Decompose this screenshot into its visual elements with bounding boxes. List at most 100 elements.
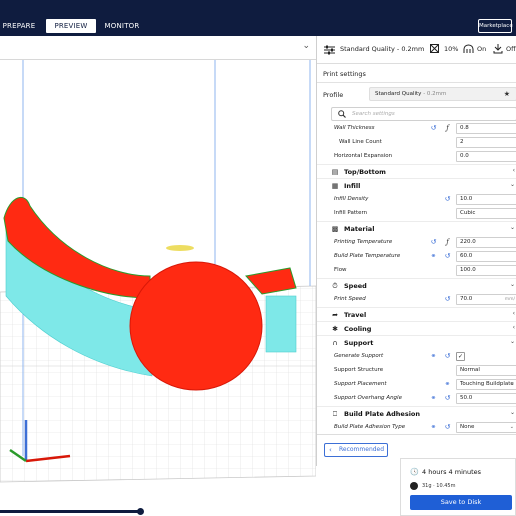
link-icon[interactable]: ⚭ [429, 394, 438, 403]
link-icon[interactable]: ⚭ [429, 352, 438, 361]
setting-row-printing-temperature[interactable]: Printing Temperature ↺ ƒ 220.0 [317, 236, 516, 250]
setting-select[interactable]: Touching Buildplate ⌄ [456, 379, 516, 390]
fan-icon: ✱ [332, 325, 338, 333]
setting-label: Infill Density [334, 196, 369, 202]
layer-slider-track[interactable] [0, 510, 142, 513]
recommended-button[interactable]: ‹ Recommended [324, 443, 388, 457]
search-input[interactable]: Search settings [331, 107, 516, 121]
marketplace-button[interactable]: Marketplace [478, 19, 513, 33]
category-speed[interactable]: ⏱ Speed ⌄ [317, 278, 516, 292]
reset-icon[interactable]: ↺ [443, 394, 452, 403]
layer-slider-handle[interactable] [137, 508, 144, 515]
setting-row-generate-support[interactable]: Generate Support ⚭ ↺ ✓ [317, 350, 516, 364]
3d-viewport[interactable] [0, 36, 316, 516]
adhesion-icon: ⎕ [332, 410, 338, 418]
setting-row-wall-line-count[interactable]: Wall Line Count 2 [317, 136, 516, 150]
generate-support-checkbox[interactable]: ✓ [456, 352, 465, 361]
setting-row-infill-density[interactable]: Infill Density ↺ 10.0 [317, 193, 516, 207]
quality-profile-text: Standard Quality - 0.2mm [340, 45, 425, 53]
save-to-disk-button[interactable]: Save to Disk [410, 495, 512, 510]
setting-label: Infill Pattern [334, 210, 368, 216]
setting-row-horizontal-expansion[interactable]: Horizontal Expansion 0.0 [317, 150, 516, 164]
setting-value-field[interactable]: 10.0 [456, 194, 516, 205]
infill-icon: ▦ [331, 182, 339, 190]
tab-monitor[interactable]: MONITOR [101, 19, 143, 33]
setting-label: Printing Temperature [334, 239, 393, 245]
setting-row-support-overhang-angle[interactable]: Support Overhang Angle ⚭ ↺ 50.0 [317, 392, 516, 406]
chevron-left-icon: ‹ [512, 167, 515, 174]
setting-value-field[interactable]: 50.0 [456, 393, 516, 404]
clock-icon: 🕓 [410, 468, 419, 476]
reset-icon[interactable]: ↺ [443, 352, 452, 361]
category-top-bottom[interactable]: ▤ Top/Bottom ‹ [317, 164, 516, 178]
link-icon[interactable]: ⚭ [429, 252, 438, 261]
unit-label: mm/ [504, 297, 515, 302]
chevron-left-icon: ‹ [329, 446, 332, 454]
setting-value-field[interactable]: 220.0 [456, 237, 516, 248]
reset-icon[interactable]: ↺ [443, 252, 452, 261]
infill-percentage: 10% [444, 45, 459, 53]
reset-icon[interactable]: ↺ [429, 238, 438, 247]
star-icon[interactable]: ★ [504, 88, 510, 100]
setting-label: Support Placement [334, 381, 387, 387]
print-settings-panel: Standard Quality - 0.2mm 10% On Off Prin… [316, 36, 516, 466]
setting-value-field[interactable]: 0.8 [456, 123, 516, 134]
category-label: Cooling [344, 325, 372, 333]
setting-row-infill-pattern[interactable]: Infill Pattern Cubic [317, 207, 516, 221]
setting-row-wall-thickness[interactable]: Wall Thickness ↺ ƒ 0.8 [317, 122, 516, 136]
setting-value-field[interactable]: 2 [456, 137, 516, 148]
setting-select[interactable]: None ⌄ [456, 422, 516, 433]
function-icon[interactable]: ƒ [443, 238, 452, 247]
material-icon: ▩ [331, 225, 339, 233]
setting-select[interactable]: Cubic [456, 208, 516, 219]
reset-icon[interactable]: ↺ [443, 295, 452, 304]
cura-window: PREPARE PREVIEW MONITOR Marketplace ⌄ St… [0, 0, 516, 516]
setting-row-print-speed[interactable]: Print Speed ↺ 70.0 mm/ [317, 293, 516, 307]
setting-row-adhesion-type[interactable]: Build Plate Adhesion Type ⚭ ↺ None ⌄ [317, 421, 516, 435]
divider [317, 82, 516, 83]
link-icon[interactable]: ⚭ [429, 423, 438, 432]
reset-icon[interactable]: ↺ [429, 124, 438, 133]
support-icon [463, 44, 474, 53]
category-material[interactable]: ▩ Material ⌄ [317, 221, 516, 235]
reset-icon[interactable]: ↺ [443, 195, 452, 204]
chevron-left-icon: ‹ [512, 310, 515, 317]
setting-value-field[interactable]: 100.0 [456, 265, 516, 276]
material-spool-icon [410, 482, 418, 490]
chevron-down-icon: ⌄ [509, 338, 515, 345]
sliders-icon [324, 45, 335, 55]
setting-value-field[interactable]: 0.0 [456, 151, 516, 162]
category-infill[interactable]: ▦ Infill ⌄ [317, 178, 516, 192]
setting-row-build-plate-temperature[interactable]: Build Plate Temperature ⚭ ↺ 60.0 [317, 250, 516, 264]
profile-sub: - 0.2mm [423, 91, 447, 97]
reset-icon[interactable]: ↺ [443, 423, 452, 432]
tab-prepare[interactable]: PREPARE [0, 19, 38, 33]
function-icon[interactable]: ƒ [443, 124, 452, 133]
setting-row-support-placement[interactable]: Support Placement ⚭ Touching Buildplate ⌄ [317, 378, 516, 392]
category-travel[interactable]: ➦ Travel ‹ [317, 307, 516, 321]
category-label: Build Plate Adhesion [344, 410, 421, 418]
category-label: Infill [344, 182, 361, 190]
quality-summary-bar[interactable]: Standard Quality - 0.2mm 10% On Off [317, 36, 516, 64]
search-icon [338, 110, 346, 118]
tab-preview[interactable]: PREVIEW [46, 19, 96, 33]
setting-value-field[interactable]: 70.0 mm/ [456, 294, 516, 305]
setting-row-support-structure[interactable]: Support Structure Normal [317, 364, 516, 378]
setting-label: Print Speed [334, 296, 366, 302]
setting-value-field[interactable]: 60.0 [456, 251, 516, 262]
chevron-down-icon: ⌄ [509, 424, 514, 430]
category-build-plate-adhesion[interactable]: ⎕ Build Plate Adhesion ⌄ [317, 406, 516, 420]
chevron-down-icon: ⌄ [509, 281, 515, 288]
chevron-down-icon: ⌄ [509, 224, 515, 231]
setting-select[interactable]: Normal [456, 365, 516, 376]
category-support[interactable]: ∩ Support ⌄ [317, 335, 516, 349]
setting-row-flow[interactable]: Flow 100.0 [317, 264, 516, 278]
profile-select[interactable]: Standard Quality - 0.2mm ★ [369, 87, 516, 101]
viewport-header: ⌄ [0, 36, 316, 60]
link-icon[interactable]: ⚭ [443, 380, 452, 389]
category-label: Support [344, 339, 374, 347]
category-cooling[interactable]: ✱ Cooling ‹ [317, 321, 516, 335]
travel-icon: ➦ [332, 311, 338, 319]
chevron-down-icon[interactable]: ⌄ [302, 41, 310, 51]
setting-label: Flow [334, 267, 347, 273]
